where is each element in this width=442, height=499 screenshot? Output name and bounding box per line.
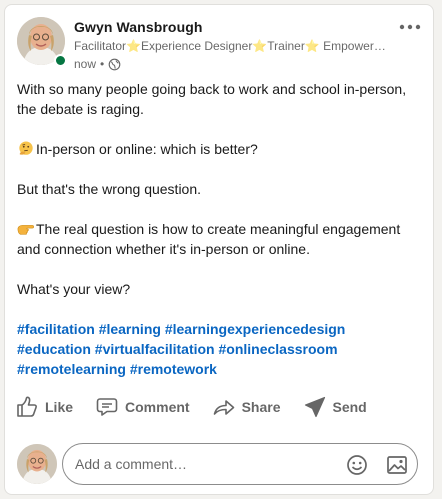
author-name[interactable]: Gwyn Wansbrough bbox=[74, 19, 203, 35]
send-label: Send bbox=[332, 399, 367, 415]
pointing-hand-emoji-icon bbox=[17, 225, 34, 235]
hashtag-link[interactable]: #learningexperiencedesign bbox=[165, 321, 346, 337]
hashtag-link[interactable]: #facilitation bbox=[17, 321, 95, 337]
hashtag-link[interactable]: #learning bbox=[99, 321, 161, 337]
comment-input[interactable] bbox=[75, 444, 325, 484]
comment-label: Comment bbox=[125, 399, 190, 415]
more-options-button[interactable] bbox=[397, 17, 423, 37]
like-label: Like bbox=[45, 399, 74, 415]
speech-bubble-icon bbox=[96, 398, 118, 416]
hashtag-link[interactable]: #education bbox=[17, 341, 91, 357]
post-meta: now • bbox=[74, 57, 121, 71]
ellipsis-icon bbox=[399, 24, 421, 30]
paper-plane-icon bbox=[304, 396, 325, 418]
hashtag-link[interactable]: #remotework bbox=[130, 361, 217, 377]
author-headline: Facilitator⭐Experience Designer⭐Trainer⭐… bbox=[74, 39, 386, 53]
thinking-face-emoji-icon bbox=[19, 141, 33, 155]
post-text-line: What's your view? bbox=[17, 281, 131, 297]
comment-button[interactable]: Comment bbox=[95, 395, 190, 419]
post-timestamp: now bbox=[74, 57, 97, 71]
post-header: Gwyn Wansbrough Facilitator⭐Experience D… bbox=[17, 17, 423, 73]
like-button[interactable]: Like bbox=[15, 395, 73, 419]
share-label: Share bbox=[241, 399, 281, 415]
hashtag-list: #facilitation #learning #learningexperie… bbox=[17, 319, 417, 379]
image-icon bbox=[387, 456, 407, 474]
globe-icon bbox=[108, 58, 121, 71]
hashtag-link[interactable]: #virtualfacilitation bbox=[95, 341, 215, 357]
post-body: With so many people going back to work a… bbox=[17, 79, 417, 379]
post-text-segment: In-person or online: which is better? bbox=[36, 141, 258, 157]
smiley-icon bbox=[347, 455, 367, 475]
send-button[interactable]: Send bbox=[303, 395, 367, 419]
comment-box bbox=[62, 443, 418, 485]
thumbs-up-icon bbox=[17, 396, 37, 417]
meta-separator: • bbox=[100, 57, 105, 71]
post-text-line: The real question is how to create meani… bbox=[17, 219, 417, 259]
comment-composer bbox=[17, 443, 423, 485]
online-status-indicator bbox=[54, 54, 67, 67]
post-card: Gwyn Wansbrough Facilitator⭐Experience D… bbox=[4, 4, 434, 495]
hashtag-link[interactable]: #onlineclassroom bbox=[219, 341, 338, 357]
share-arrow-icon bbox=[213, 400, 234, 415]
share-button[interactable]: Share bbox=[212, 395, 281, 419]
post-text-segment: The real question is how to create meani… bbox=[17, 221, 401, 257]
post-action-bar: Like Comment Share Send bbox=[15, 395, 425, 419]
post-text-line: But that's the wrong question. bbox=[17, 181, 202, 197]
post-text-line: In-person or online: which is better? bbox=[17, 139, 417, 159]
emoji-button[interactable] bbox=[345, 453, 369, 477]
current-user-avatar[interactable] bbox=[17, 444, 57, 484]
add-image-button[interactable] bbox=[385, 453, 409, 477]
post-text-line: With so many people going back to work a… bbox=[17, 81, 407, 117]
hashtag-link[interactable]: #remotelearning bbox=[17, 361, 126, 377]
